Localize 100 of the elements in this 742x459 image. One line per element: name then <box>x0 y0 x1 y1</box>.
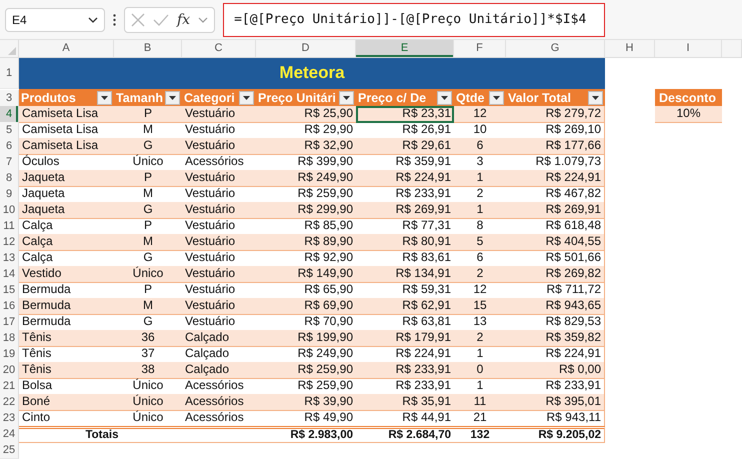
row-number[interactable]: 5 <box>0 122 19 139</box>
table-cell: Tênis <box>19 362 114 379</box>
table-cell: 132 <box>454 426 506 443</box>
row-number[interactable]: 6 <box>0 138 19 155</box>
table-cell: Vestuário <box>182 298 256 315</box>
column-header[interactable]: C <box>182 40 256 57</box>
heading-text: Preço Unitári <box>258 91 336 105</box>
row-number[interactable]: 22 <box>0 394 19 411</box>
table-cell: M <box>114 234 182 251</box>
table-cell: Vestuário <box>182 234 256 251</box>
table-cell: R$ 25,90 <box>256 106 356 123</box>
table-cell: Único <box>114 394 182 411</box>
check-icon[interactable] <box>153 14 169 26</box>
table-cell: R$ 9.205,02 <box>506 426 605 443</box>
row-number[interactable]: 21 <box>0 378 19 395</box>
table-cell: R$ 269,91 <box>356 202 454 219</box>
column-header[interactable]: G <box>506 40 605 57</box>
row-number[interactable]: 24 <box>0 426 19 443</box>
column-header[interactable]: B <box>114 40 182 57</box>
row-number[interactable]: 14 <box>0 266 19 283</box>
table-cell: R$ 2.684,70 <box>356 426 454 443</box>
table-cell: R$ 134,91 <box>356 266 454 283</box>
table-cell: Calçado <box>182 330 256 347</box>
formula-field[interactable]: =[@[Preço Unitário]]-[@[Preço Unitário]]*$I$4 <box>223 2 606 36</box>
row-number[interactable]: 15 <box>0 282 19 299</box>
row-number[interactable]: 7 <box>0 154 19 171</box>
row-number[interactable]: 10 <box>0 202 19 219</box>
more-icon[interactable] <box>113 14 116 26</box>
table-cell: R$ 35,91 <box>356 394 454 411</box>
row-number[interactable]: 9 <box>0 186 19 203</box>
filter-button[interactable] <box>437 91 452 105</box>
table-cell: R$ 89,90 <box>256 234 356 251</box>
table-cell: G <box>114 138 182 155</box>
table-cell: R$ 149,90 <box>256 266 356 283</box>
dropdown-arrow-icon <box>343 96 350 100</box>
table-cell: R$ 179,91 <box>356 330 454 347</box>
row-number[interactable]: 8 <box>0 170 19 187</box>
row-number[interactable]: 3 <box>0 90 19 107</box>
dropdown-arrow-icon <box>243 96 250 100</box>
table-cell: Vestido <box>19 266 114 283</box>
column-header[interactable]: F <box>454 40 506 57</box>
table-cell: 2 <box>454 266 506 283</box>
row-number[interactable]: 17 <box>0 314 19 331</box>
table-cell: R$ 233,91 <box>356 362 454 379</box>
table-cell: Camiseta Lisa <box>19 106 114 123</box>
filter-button[interactable] <box>97 91 112 105</box>
table-cell: Vestuário <box>182 266 256 283</box>
table-cell: Jaqueta <box>19 202 114 219</box>
table-cell: Calça <box>19 234 114 251</box>
table-cell: 38 <box>114 362 182 379</box>
table-cell: Acessórios <box>182 410 256 427</box>
table-cell: R$ 359,82 <box>506 330 605 347</box>
table-cell: R$ 39,90 <box>256 394 356 411</box>
dropdown-arrow-icon <box>169 96 176 100</box>
table-cell: Calçado <box>182 362 256 379</box>
column-header[interactable]: I <box>655 40 722 57</box>
table-cell: R$ 299,90 <box>256 202 356 219</box>
heading-text: Preço c/ De <box>358 91 426 105</box>
row-number[interactable]: 1 <box>0 58 19 89</box>
filter-button[interactable] <box>239 91 254 105</box>
column-header[interactable]: E <box>356 40 454 57</box>
name-box[interactable]: E4 <box>5 8 105 32</box>
table-cell: 1 <box>454 202 506 219</box>
discount-cell: 10% <box>655 106 722 123</box>
row-number[interactable]: 12 <box>0 234 19 251</box>
table-cell: R$ 279,72 <box>506 106 605 123</box>
table-cell: Vestuário <box>182 138 256 155</box>
filter-button[interactable] <box>165 91 180 105</box>
table-cell: R$ 44,91 <box>356 410 454 427</box>
caret-icon <box>88 16 98 22</box>
row-number[interactable]: 20 <box>0 362 19 379</box>
table-cell: M <box>114 298 182 315</box>
table-cell: 2 <box>454 330 506 347</box>
table-cell: R$ 943,65 <box>506 298 605 315</box>
caret-icon[interactable] <box>198 16 208 22</box>
filter-button[interactable] <box>588 91 603 105</box>
table-cell: R$ 62,91 <box>356 298 454 315</box>
dropdown-arrow-icon <box>101 96 108 100</box>
filter-button[interactable] <box>489 91 504 105</box>
row-number[interactable]: 11 <box>0 218 19 235</box>
table-cell: R$ 224,91 <box>356 170 454 187</box>
table-cell: R$ 259,90 <box>256 362 356 379</box>
insert-function-button[interactable]: fx <box>177 12 190 28</box>
table-cell: Cinto <box>19 410 114 427</box>
table-cell: R$ 249,90 <box>256 170 356 187</box>
row-number[interactable]: 16 <box>0 298 19 315</box>
filter-button[interactable] <box>339 91 354 105</box>
row-number[interactable]: 4 <box>0 106 19 123</box>
row-number[interactable]: 18 <box>0 330 19 347</box>
row-number[interactable]: 19 <box>0 346 19 363</box>
table-cell: R$ 29,61 <box>356 138 454 155</box>
column-header[interactable]: A <box>19 40 114 57</box>
dropdown-arrow-icon <box>493 96 500 100</box>
column-header[interactable]: H <box>605 40 655 57</box>
row-number[interactable]: 23 <box>0 410 19 427</box>
table-cell: Vestuário <box>182 202 256 219</box>
row-number[interactable]: 13 <box>0 250 19 267</box>
table-cell: Bermuda <box>19 298 114 315</box>
table-cell: R$ 269,82 <box>506 266 605 283</box>
row-number[interactable]: 25 <box>0 442 19 459</box>
